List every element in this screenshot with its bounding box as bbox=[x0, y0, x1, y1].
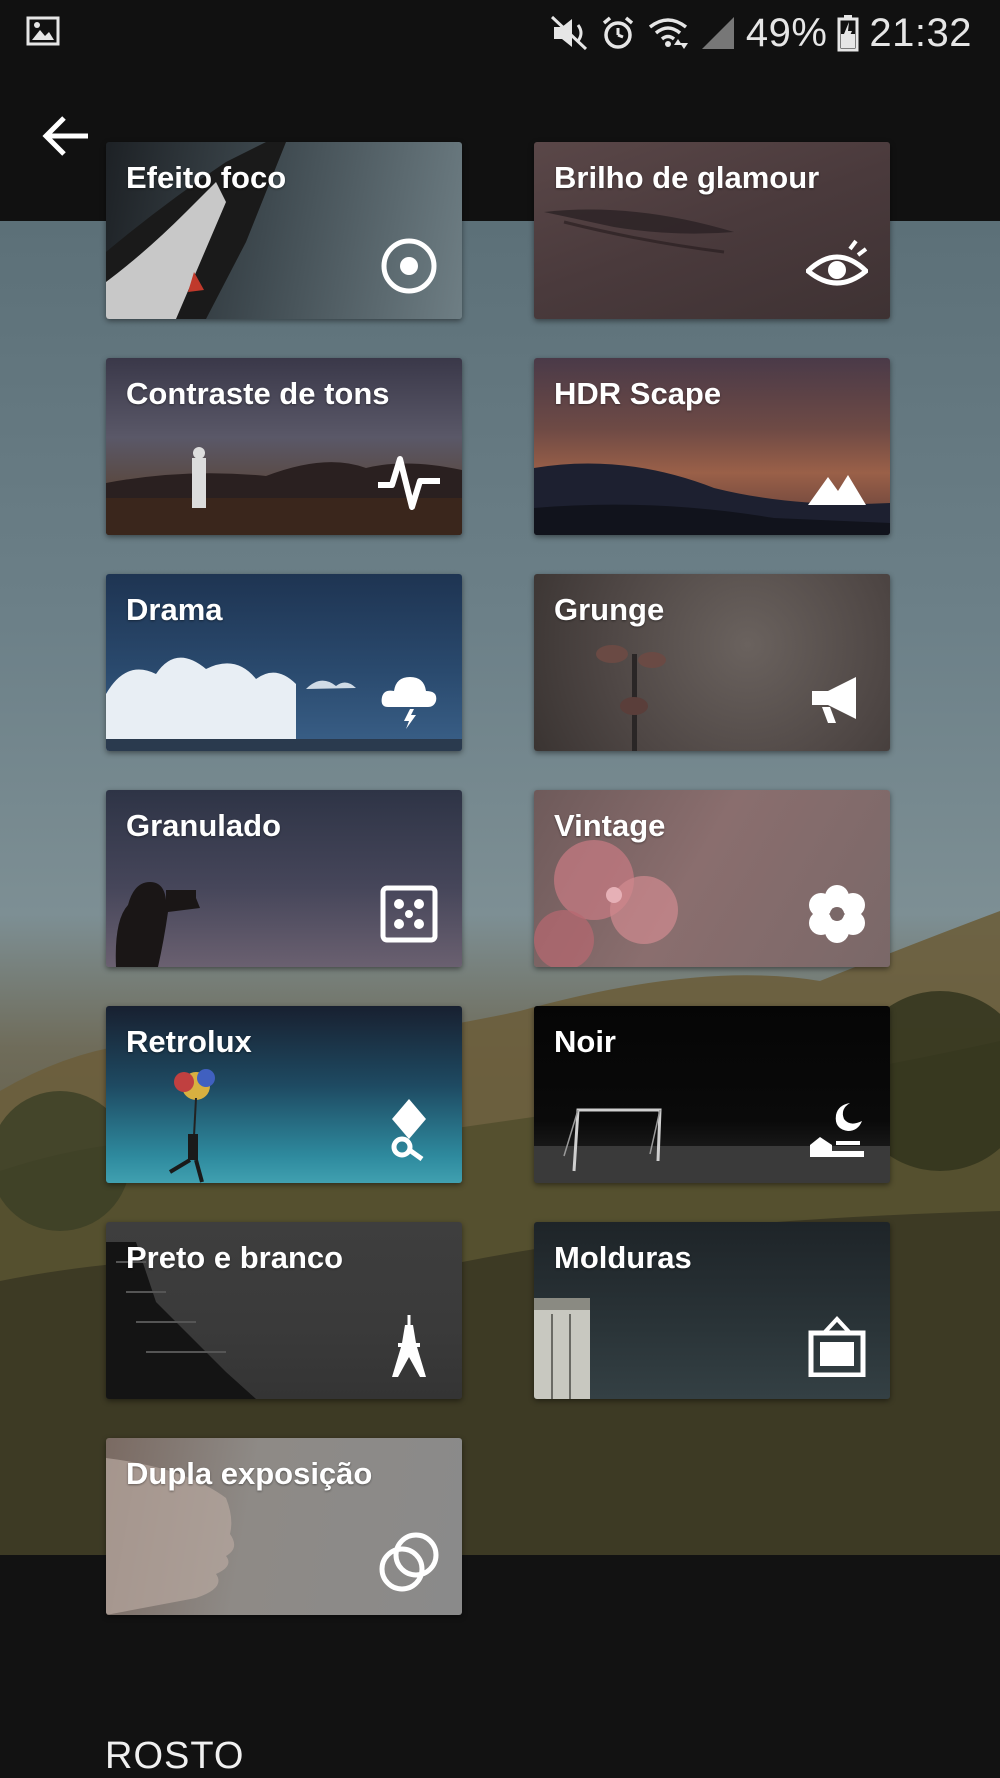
filter-label: Molduras bbox=[554, 1240, 692, 1275]
clock: 21:32 bbox=[869, 10, 972, 55]
moon-scene-icon bbox=[810, 1103, 864, 1157]
filter-tile-noir[interactable]: Noir bbox=[534, 1006, 890, 1183]
alarm-icon bbox=[600, 15, 636, 51]
pulse-icon bbox=[378, 456, 440, 510]
eiffel-tower-icon bbox=[392, 1315, 426, 1377]
filter-label: Brilho de glamour bbox=[554, 160, 820, 195]
mountain-icon bbox=[808, 475, 866, 505]
filter-label: Contraste de tons bbox=[126, 376, 390, 411]
filter-tile-retrolux[interactable]: Retrolux bbox=[106, 1006, 462, 1183]
filter-label: Vintage bbox=[554, 808, 666, 843]
screen: 49% 21:32 Efeito foco Brilho de glamour … bbox=[0, 0, 1000, 1778]
battery-icon bbox=[837, 14, 859, 52]
frame-icon bbox=[808, 1316, 866, 1377]
filter-label: Noir bbox=[554, 1024, 616, 1059]
arrow-left-icon bbox=[42, 116, 88, 156]
filter-label: Granulado bbox=[126, 808, 282, 843]
filter-label: Preto e branco bbox=[126, 1240, 344, 1275]
wifi-icon bbox=[646, 15, 690, 51]
filter-tile-brilho-de-glamour[interactable]: Brilho de glamour bbox=[534, 142, 890, 319]
section-title-rosto: ROSTO bbox=[105, 1735, 245, 1777]
filter-label: HDR Scape bbox=[554, 376, 722, 411]
signal-icon bbox=[700, 15, 736, 51]
filter-tile-molduras[interactable]: Molduras bbox=[534, 1222, 890, 1399]
filter-tile-grunge[interactable]: Grunge bbox=[534, 574, 890, 751]
filter-tile-preto-e-branco[interactable]: Preto e branco bbox=[106, 1222, 462, 1399]
flower-icon bbox=[809, 885, 865, 943]
filter-tile-vintage[interactable]: Vintage bbox=[534, 790, 890, 967]
filter-label: Grunge bbox=[554, 592, 665, 627]
megaphone-icon bbox=[812, 677, 856, 723]
dice-icon bbox=[380, 885, 438, 943]
diamond-key-icon bbox=[391, 1099, 426, 1161]
status-bar: 49% 21:32 bbox=[0, 0, 1000, 66]
filter-label: Dupla exposição bbox=[126, 1456, 373, 1491]
filter-tile-drama[interactable]: Drama bbox=[106, 574, 462, 751]
filter-tile-hdr-scape[interactable]: HDR Scape bbox=[534, 358, 890, 535]
filter-tile-dupla-exposicao[interactable]: Dupla exposição bbox=[106, 1438, 462, 1615]
filter-tile-efeito-foco[interactable]: Efeito foco bbox=[106, 142, 462, 319]
filter-tile-contraste-de-tons[interactable]: Contraste de tons bbox=[106, 358, 462, 535]
filter-label: Retrolux bbox=[126, 1024, 252, 1059]
storm-cloud-icon bbox=[381, 677, 437, 729]
filter-label: Efeito foco bbox=[126, 160, 287, 195]
battery-percent: 49% bbox=[745, 10, 828, 55]
back-button[interactable] bbox=[38, 108, 94, 164]
eye-icon bbox=[806, 239, 868, 286]
filter-label: Drama bbox=[126, 592, 223, 627]
filter-tile-granulado[interactable]: Granulado bbox=[106, 790, 462, 967]
image-icon bbox=[26, 16, 60, 46]
double-circle-icon bbox=[379, 1532, 439, 1592]
focus-target-icon bbox=[381, 238, 437, 294]
mute-icon bbox=[550, 15, 590, 51]
